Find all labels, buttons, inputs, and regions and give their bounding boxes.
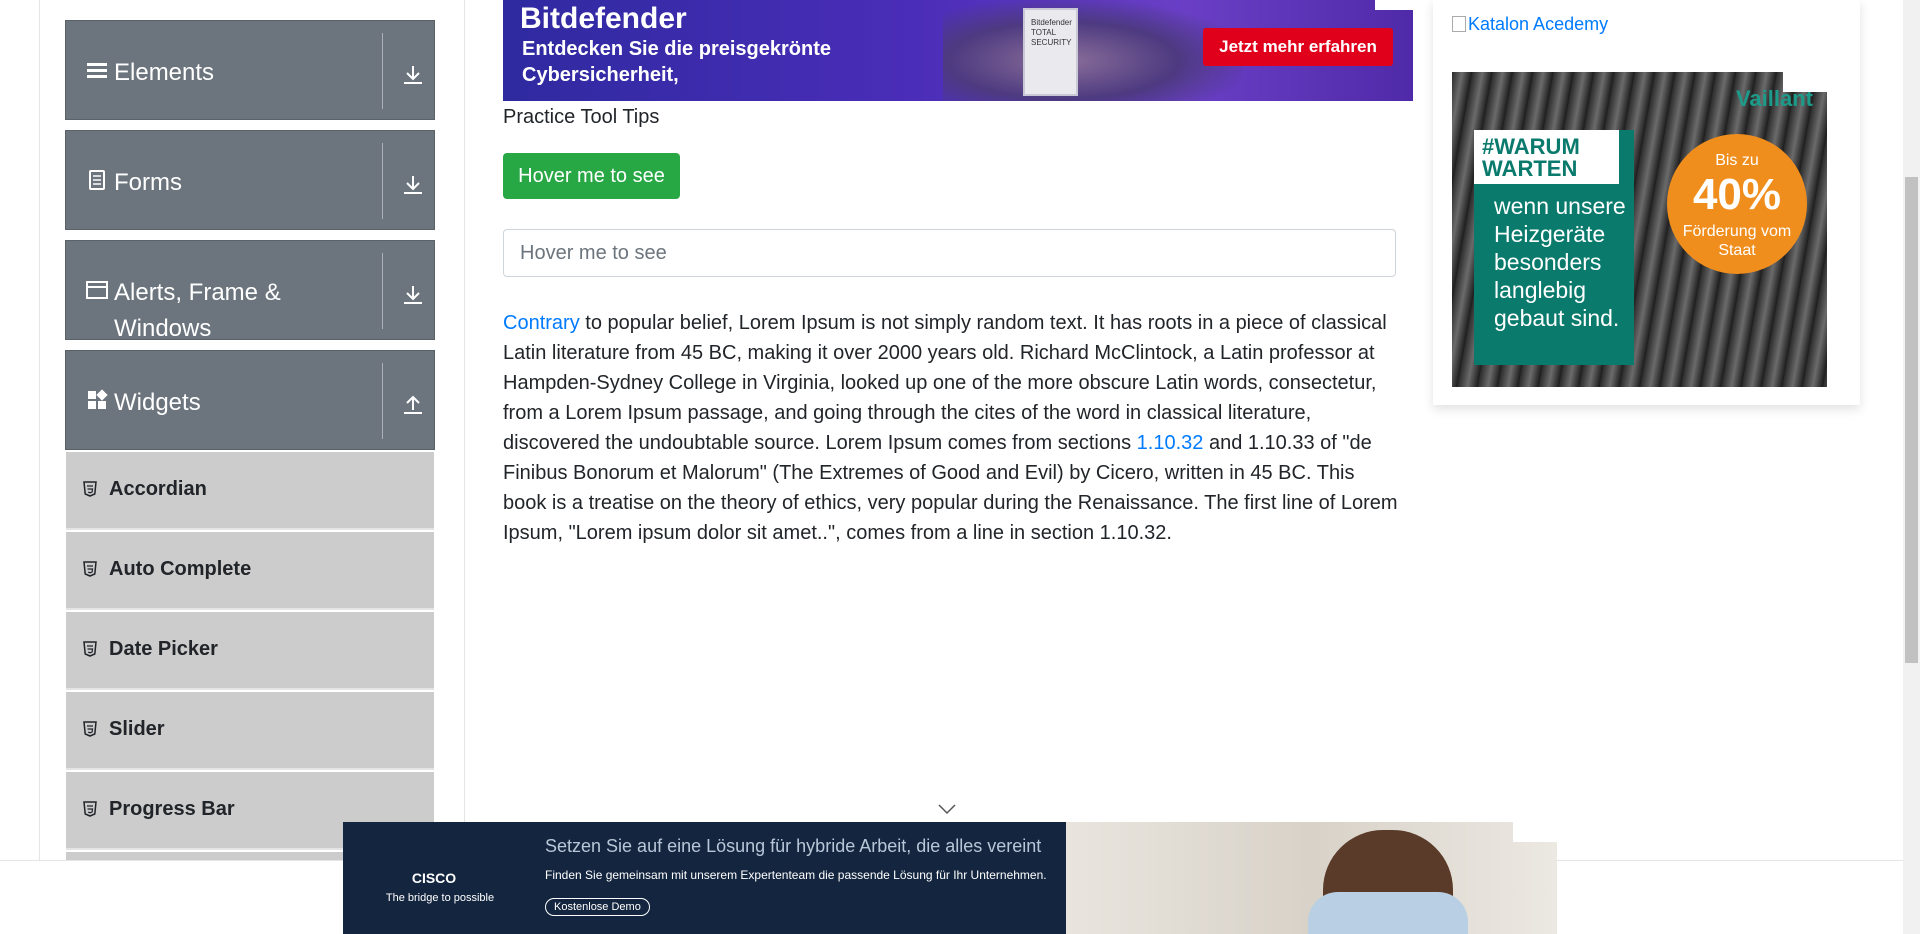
demo-button[interactable]: Kostenlose Demo <box>545 898 650 916</box>
ad-badge: Bis zu 40% Förderung vom Staat <box>1667 134 1807 274</box>
group-header-forms[interactable]: Forms <box>65 130 435 230</box>
page-title: Practice Tool Tips <box>503 106 660 128</box>
badge-value: 40% <box>1692 170 1782 219</box>
download-icon <box>401 283 425 307</box>
menu-item-auto-complete[interactable]: Auto Complete <box>66 532 434 610</box>
ad-cta-button[interactable]: Jetzt mehr erfahren <box>1203 28 1393 66</box>
lorem-paragraph: Contrary to popular belief, Lorem Ipsum … <box>503 308 1403 548</box>
menu-item-slider[interactable]: Slider <box>66 692 434 770</box>
menu-item-label: Slider <box>109 718 165 740</box>
product-box: Bitdefender TOTAL SECURITY <box>1023 8 1078 96</box>
window-icon <box>86 279 108 301</box>
download-icon <box>401 63 425 87</box>
separator <box>382 253 383 329</box>
menu-item-label: Progress Bar <box>109 798 235 820</box>
ad-subtext: Finden Sie gemeinsam mit unserem Experte… <box>545 868 1047 882</box>
upload-icon <box>401 393 425 417</box>
download-icon <box>401 173 425 197</box>
ad-headline: Setzen Sie auf eine Lösung für hybride A… <box>545 836 1042 856</box>
contrary-link[interactable]: Contrary <box>503 312 580 334</box>
ad-person-shirt <box>1308 892 1468 934</box>
sidebar-divider <box>464 0 465 860</box>
html5-icon <box>83 721 97 737</box>
separator <box>382 363 383 439</box>
section-link[interactable]: 1.10.32 <box>1137 432 1204 454</box>
html5-icon <box>83 641 97 657</box>
cisco-logo: CISCO <box>411 870 457 886</box>
sidebar: Elements Forms Alerts, Frame & Windows W… <box>65 0 435 860</box>
separator <box>382 143 383 219</box>
ad-photo <box>943 0 1243 101</box>
adchoices-icon[interactable] <box>1783 72 1827 92</box>
group-title: Widgets <box>114 389 201 416</box>
ad-banner-bottom[interactable]: CISCO The bridge to possible Setzen Sie … <box>343 822 1557 934</box>
chevron-down-icon[interactable] <box>937 802 957 815</box>
katalon-link[interactable]: Katalon Acedemy <box>1452 14 1608 35</box>
group-header-widgets[interactable]: Widgets <box>65 350 435 450</box>
hover-tooltip-button[interactable]: Hover me to see <box>503 153 680 199</box>
menu-item-date-picker[interactable]: Date Picker <box>66 612 434 690</box>
menu-item-label: Date Picker <box>109 638 218 660</box>
adchoices-icon[interactable] <box>1513 822 1557 842</box>
html5-icon <box>83 801 97 817</box>
box-text: Bitdefender TOTAL SECURITY <box>1031 18 1072 47</box>
ad-copy: Entdecken Sie die preisgekrönte Cybersic… <box>522 38 831 86</box>
adchoices-icon[interactable] <box>1375 0 1413 10</box>
scrollbar-thumb[interactable] <box>1905 177 1918 663</box>
ad-tagline: The bridge to possible <box>385 892 495 904</box>
group-header-elements[interactable]: Elements <box>65 20 435 120</box>
katalon-text: Katalon Acedemy <box>1468 14 1609 34</box>
widgets-icon <box>86 389 108 411</box>
vertical-scrollbar[interactable] <box>1903 0 1920 934</box>
document-icon <box>86 169 108 191</box>
group-title: Elements <box>114 59 215 86</box>
broken-image-icon <box>1452 16 1466 32</box>
ad-text: wenn unsere Heizgeräte besonders langleb… <box>1494 193 1626 331</box>
ad-banner-top[interactable]: Bitdefender TOTAL SECURITY Bitdefender E… <box>503 0 1413 101</box>
page: Elements Forms Alerts, Frame & Windows W… <box>0 0 1920 934</box>
list-icon <box>86 59 108 81</box>
ad-banner-right[interactable]: Vaillant #WARUM WARTEN wenn unsere Heizg… <box>1452 72 1827 387</box>
menu-item-label: Auto Complete <box>109 558 252 580</box>
menu-item-label: Accordian <box>109 478 207 500</box>
html5-icon <box>83 481 97 497</box>
group-title: Forms <box>114 169 182 196</box>
menu-item-accordian[interactable]: Accordian <box>66 452 434 530</box>
html5-icon <box>83 561 97 577</box>
group-title: Alerts, Frame & Windows <box>114 279 281 342</box>
badge-top: Bis zu <box>1715 152 1759 169</box>
left-border <box>39 0 40 860</box>
ad-hashtag: #WARUM WARTEN <box>1474 130 1619 184</box>
ad-brand: Bitdefender <box>520 2 687 35</box>
separator <box>382 33 383 109</box>
badge-bottom: Förderung vom Staat <box>1682 223 1792 259</box>
group-header-alerts[interactable]: Alerts, Frame & Windows <box>65 240 435 342</box>
hover-tooltip-input[interactable] <box>503 229 1396 277</box>
